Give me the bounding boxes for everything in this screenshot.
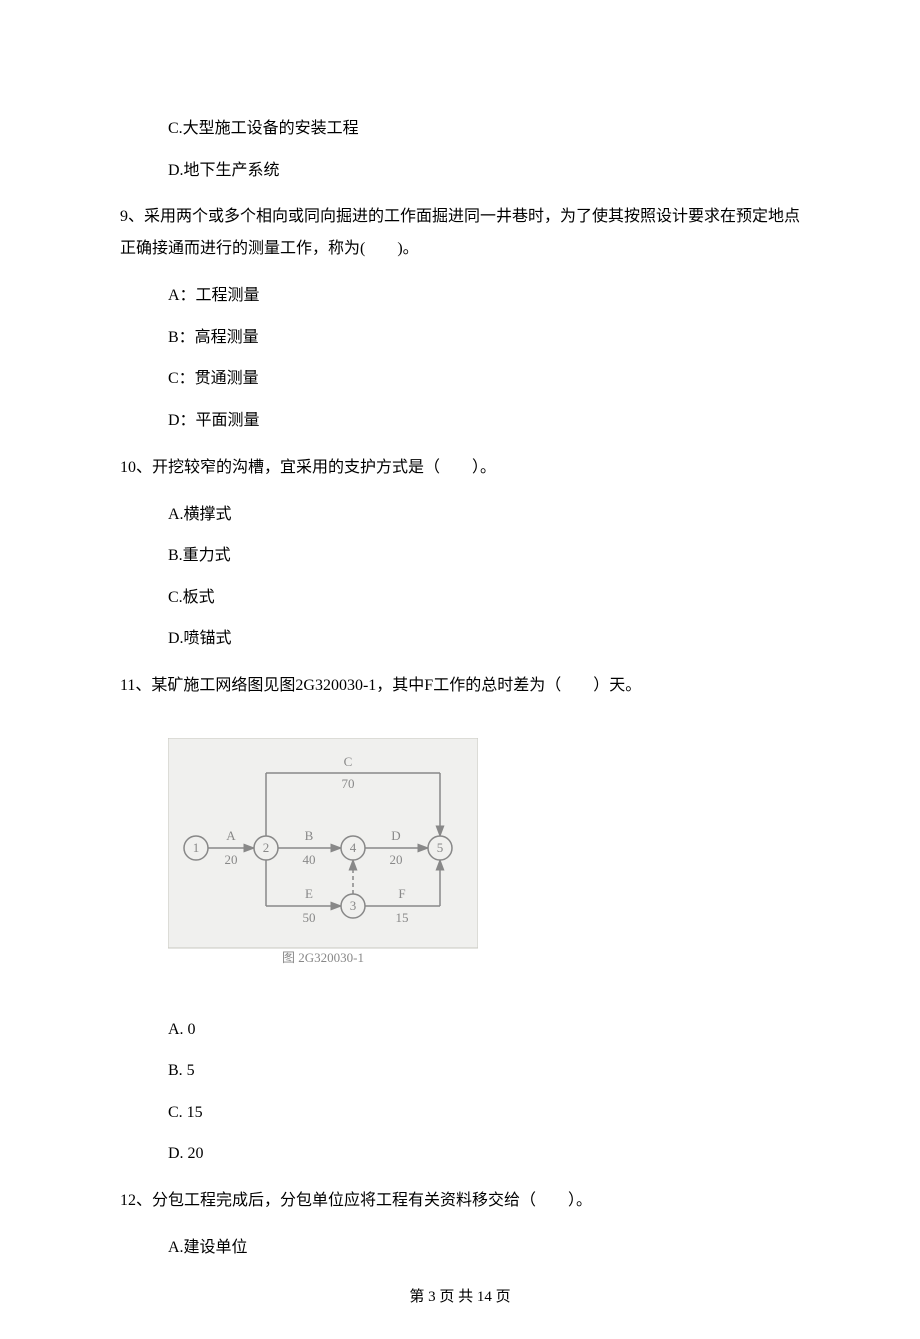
q10-option-d: D.喷锚式 xyxy=(168,626,800,652)
q10-stem: 10、开挖较窄的沟槽，宜采用的支护方式是（ ）。 xyxy=(120,452,800,484)
q12-stem: 12、分包工程完成后，分包单位应将工程有关资料移交给（ ）。 xyxy=(120,1185,800,1217)
q9-option-a: A：工程测量 xyxy=(168,283,800,309)
svg-text:3: 3 xyxy=(350,898,357,913)
node-4: 4 xyxy=(341,836,365,860)
svg-text:1: 1 xyxy=(193,840,200,855)
page-footer: 第 3 页 共 14 页 xyxy=(120,1285,800,1309)
q11-option-a: A. 0 xyxy=(168,1017,800,1043)
q11-option-c: C. 15 xyxy=(168,1100,800,1126)
node-5: 5 xyxy=(428,836,452,860)
node-3: 3 xyxy=(341,894,365,918)
svg-text:5: 5 xyxy=(437,840,444,855)
q11-network-diagram: C 70 A 20 B 40 D 20 E 50 F 15 1 2 xyxy=(168,738,478,970)
edge-label-b: B xyxy=(305,828,314,843)
edge-label-d: D xyxy=(391,828,400,843)
q10-option-c: C.板式 xyxy=(168,585,800,611)
q10-option-a: A.横撑式 xyxy=(168,502,800,528)
edge-value-c: 70 xyxy=(342,776,355,791)
edge-value-d: 20 xyxy=(390,852,403,867)
edge-label-f: F xyxy=(398,886,405,901)
q12-option-a: A.建设单位 xyxy=(168,1235,800,1261)
q8-option-d: D.地下生产系统 xyxy=(168,158,800,184)
q10-option-b: B.重力式 xyxy=(168,543,800,569)
q8-option-c: C.大型施工设备的安装工程 xyxy=(168,116,800,142)
q11-option-b: B. 5 xyxy=(168,1058,800,1084)
q11-stem: 11、某矿施工网络图见图2G320030-1，其中F工作的总时差为（ ）天。 xyxy=(120,670,800,702)
q9-option-c: C：贯通测量 xyxy=(168,366,800,392)
diagram-caption: 图 2G320030-1 xyxy=(282,950,364,965)
edge-label-a: A xyxy=(226,828,236,843)
q11-option-d: D. 20 xyxy=(168,1141,800,1167)
edge-label-e: E xyxy=(305,886,313,901)
q9-stem: 9、采用两个或多个相向或同向掘进的工作面掘进同一井巷时，为了使其按照设计要求在预… xyxy=(120,201,800,265)
svg-text:4: 4 xyxy=(350,840,357,855)
edge-value-f: 15 xyxy=(396,910,409,925)
node-2: 2 xyxy=(254,836,278,860)
q9-option-d: D：平面测量 xyxy=(168,408,800,434)
q9-option-b: B：高程测量 xyxy=(168,325,800,351)
edge-value-b: 40 xyxy=(303,852,316,867)
node-1: 1 xyxy=(184,836,208,860)
edge-label-c: C xyxy=(344,754,353,769)
svg-text:2: 2 xyxy=(263,840,270,855)
edge-value-a: 20 xyxy=(225,852,238,867)
edge-value-e: 50 xyxy=(303,910,316,925)
